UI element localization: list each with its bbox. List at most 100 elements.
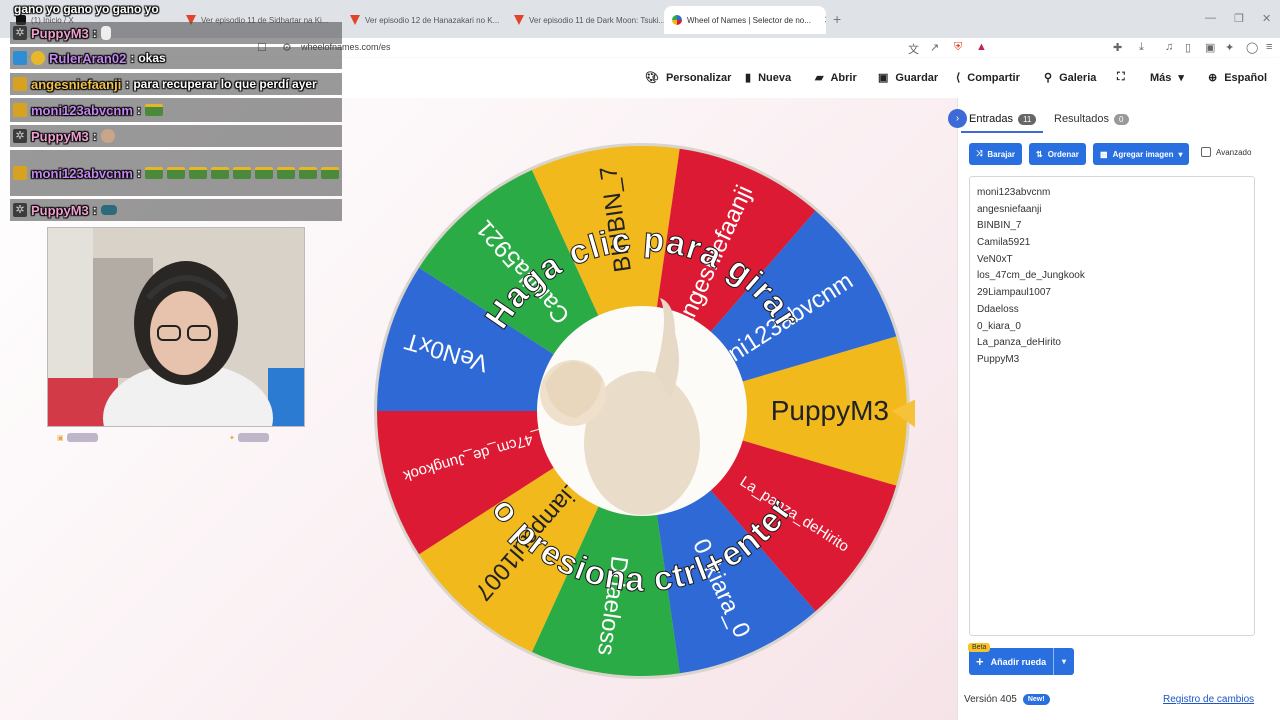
caret-down-icon: ▾ xyxy=(1178,149,1183,159)
entry-line: Ddaeloss xyxy=(977,303,1019,315)
tab-title: Ver episodio 12 de Hanazakari no K... xyxy=(365,15,500,25)
image-icon: ▩ xyxy=(1100,149,1108,159)
menu-icon[interactable]: ≡ xyxy=(1266,41,1272,53)
chat-username: moni123abvcnm xyxy=(31,102,133,118)
share-page-icon[interactable]: ↗ xyxy=(930,41,939,54)
chat-colon: : xyxy=(92,129,97,143)
maximize-icon[interactable]: ❐ xyxy=(1234,12,1244,25)
emote-icon xyxy=(320,167,339,179)
tab-entries[interactable]: Entradas 11 xyxy=(969,113,1037,125)
entries-textarea[interactable]: moni123abvcnm angesniefaanji BINBIN_7 Camil… xyxy=(969,176,1255,636)
sort-button[interactable]: ⇅ Ordenar xyxy=(1029,143,1086,165)
add-wheel-button[interactable]: + Añadir rueda ▾ xyxy=(969,648,1074,675)
music-icon[interactable]: ♫ xyxy=(1165,41,1173,53)
stream-chat-overlay: gano yo gano yo gano yo ✲ PuppyM3 : Rule… xyxy=(10,0,342,222)
palette-icon: 🎨︎ xyxy=(645,72,659,84)
folder-icon: ▰ xyxy=(815,72,824,84)
chat-message: ✲ PuppyM3 : xyxy=(10,125,342,147)
new-button[interactable]: ▮ Nueva xyxy=(745,71,791,85)
new-tab-icon[interactable]: + xyxy=(833,11,841,27)
emote-icon xyxy=(298,167,317,179)
chat-message-text: para recuperar lo que perdí ayer xyxy=(133,77,317,91)
webcam-feed xyxy=(47,227,305,427)
minimize-icon[interactable]: — xyxy=(1205,12,1216,24)
entry-line: moni123abvcnm xyxy=(977,187,1051,198)
add-image-label: Agregar imagen xyxy=(1112,149,1174,159)
chat-colon: : xyxy=(125,77,130,91)
fullscreen-button[interactable]: ⛶ xyxy=(1117,71,1125,84)
advanced-label: Avanzado xyxy=(1216,147,1252,157)
add-image-button[interactable]: ▩ Agregar imagen ▾ xyxy=(1093,143,1190,165)
chat-username: PuppyM3 xyxy=(31,128,89,144)
chat-username: RulerAran02 xyxy=(49,50,127,66)
entries-panel: › Entradas 11 Resultados 0 ⤨ Barajar ⇅ O… xyxy=(948,98,1280,720)
close-tab-icon[interactable]: ✕ xyxy=(824,15,826,26)
tab-entries-label: Entradas xyxy=(969,113,1014,125)
tab-title: Wheel of Names | Selector de no... xyxy=(687,15,811,25)
crown-badge-icon xyxy=(13,166,27,180)
gear-badge-icon: ✲ xyxy=(13,26,27,40)
crown-badge-icon xyxy=(13,77,27,91)
entry-line: Camila5921 xyxy=(977,237,1031,249)
gear-badge-icon: ✲ xyxy=(13,203,27,217)
chat-message-text: gano yo gano yo gano yo xyxy=(14,2,159,16)
emote-icon xyxy=(188,167,207,179)
crown-badge-icon xyxy=(13,103,27,117)
gear-badge-icon: ✲ xyxy=(13,129,27,143)
caret-down-icon[interactable]: ▾ xyxy=(1053,648,1074,675)
social-handle-pill xyxy=(66,433,98,442)
name-wheel[interactable]: PuppyM3La_panza_deHirito0_kiara_0Ddaelos… xyxy=(370,128,915,690)
translate-icon[interactable]: 文 xyxy=(908,41,919,57)
download-icon[interactable]: ⤓ xyxy=(1139,41,1144,54)
language-label: Español xyxy=(1224,71,1268,84)
search-icon: ⚲ xyxy=(1044,72,1053,84)
rewards-icon[interactable]: ▲ xyxy=(976,41,987,53)
social-handle: ✦ xyxy=(229,433,270,442)
changelog-link[interactable]: Registro de cambios xyxy=(1163,694,1254,705)
gift-icon: ▣ xyxy=(57,434,64,442)
add-wheel-main[interactable]: + Añadir rueda xyxy=(969,648,1053,675)
emote-icon xyxy=(166,167,185,179)
tab-results[interactable]: Resultados 0 xyxy=(1054,113,1129,125)
browser-tab[interactable]: Ver episodio 12 de Hanazakari no K... xyxy=(342,8,506,32)
moderator-badge-icon xyxy=(13,51,27,65)
customize-button[interactable]: 🎨︎ Personalizar xyxy=(645,71,731,85)
sort-label: Ordenar xyxy=(1047,149,1079,159)
leo-icon[interactable]: ✦ xyxy=(1225,41,1234,54)
close-window-icon[interactable]: ✕ xyxy=(1262,12,1271,25)
plus-icon: + xyxy=(976,654,984,669)
entries-count-badge: 11 xyxy=(1018,113,1037,125)
emote-icon xyxy=(100,129,115,143)
shuffle-label: Barajar xyxy=(987,149,1015,159)
social-handle: ▣ xyxy=(57,433,98,442)
chat-message: RulerAran02 : okas xyxy=(10,47,342,69)
wallet-icon[interactable]: ▣ xyxy=(1205,41,1215,54)
language-button[interactable]: ⊕ Español xyxy=(1208,71,1268,85)
emote-icon xyxy=(232,167,251,179)
emote-icon xyxy=(100,26,111,40)
share-label: Compartir xyxy=(967,71,1020,84)
browser-tab-active[interactable]: Wheel of Names | Selector de no... ✕ xyxy=(664,6,826,34)
browser-tab[interactable]: Ver episodio 11 de Dark Moon: Tsuki... xyxy=(506,8,666,32)
profile-icon[interactable]: ◯ xyxy=(1246,41,1258,54)
emote-icon xyxy=(144,104,163,116)
save-button[interactable]: ▣ Guardar xyxy=(878,71,939,85)
collapse-panel-button[interactable]: › xyxy=(948,109,967,128)
save-label: Guardar xyxy=(895,71,939,84)
shuffle-icon: ⤨ xyxy=(976,149,983,158)
chat-username: PuppyM3 xyxy=(31,202,89,218)
open-button[interactable]: ▰ Abrir xyxy=(815,71,857,85)
extensions-icon[interactable]: ✚ xyxy=(1113,41,1122,54)
brave-shield-icon[interactable]: ⛨ xyxy=(954,41,962,54)
shuffle-button[interactable]: ⤨ Barajar xyxy=(969,143,1022,165)
advanced-toggle[interactable]: Avanzado xyxy=(1201,147,1251,157)
results-count-badge: 0 xyxy=(1114,113,1129,125)
sidebar-icon[interactable]: ▯ xyxy=(1185,41,1191,54)
advanced-checkbox[interactable] xyxy=(1201,147,1211,157)
emote-icon xyxy=(276,167,295,179)
chat-username: PuppyM3 xyxy=(31,25,89,41)
chat-colon: : xyxy=(136,103,141,117)
gallery-button[interactable]: ⚲ Galeria xyxy=(1044,71,1096,85)
more-menu-button[interactable]: Más ▾ xyxy=(1150,71,1184,85)
share-button[interactable]: ⟨ Compartir xyxy=(956,71,1020,85)
